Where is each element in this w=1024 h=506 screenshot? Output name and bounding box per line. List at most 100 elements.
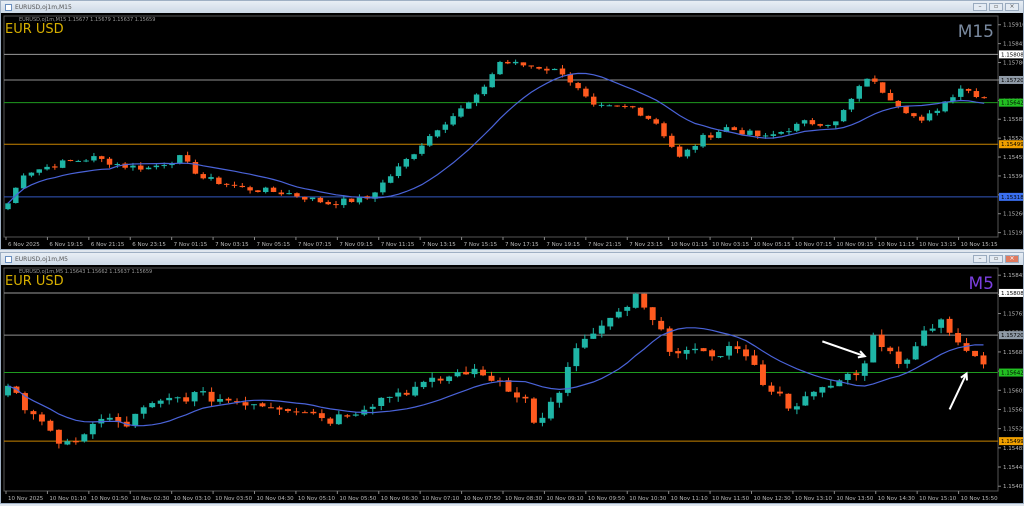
- bearish-candle: [242, 402, 249, 406]
- bullish-candle: [606, 105, 613, 107]
- symbol-label: EUR USD: [5, 22, 64, 37]
- bearish-candle: [302, 196, 308, 200]
- maximize-button[interactable]: ▫: [989, 255, 1003, 263]
- price-tick-label: 1.15485: [1003, 446, 1023, 452]
- bullish-candle: [848, 98, 855, 110]
- bearish-candle: [731, 127, 738, 131]
- bullish-candle: [489, 74, 495, 88]
- bullish-candle: [20, 175, 27, 189]
- price-chart-m5[interactable]: 1.158451.158051.157651.157251.156851.156…: [1, 265, 1023, 503]
- bearish-candle: [267, 407, 274, 409]
- bullish-candle: [91, 156, 97, 161]
- time-tick-label: 6 Nov 21:15: [91, 242, 125, 248]
- bullish-candle: [929, 328, 936, 331]
- bullish-candle: [454, 372, 461, 377]
- time-tick-label: 10 Nov 09:50: [588, 496, 626, 502]
- minimize-button[interactable]: –: [973, 3, 987, 11]
- bullish-candle: [551, 68, 558, 71]
- bearish-candle: [348, 198, 355, 202]
- price-level-label: 1.15720: [1001, 333, 1023, 339]
- time-tick-label: 10 Nov 12:30: [754, 496, 792, 502]
- price-tick-label: 1.15405: [1003, 484, 1023, 490]
- bearish-candle: [72, 441, 79, 443]
- bullish-candle: [692, 348, 699, 351]
- bullish-candle: [715, 131, 722, 138]
- bearish-candle: [184, 155, 191, 162]
- bullish-candle: [309, 197, 316, 200]
- time-tick-label: 10 Nov 09:10: [546, 496, 584, 502]
- bullish-candle: [870, 335, 877, 363]
- bearish-candle: [658, 320, 665, 330]
- bearish-candle: [333, 204, 339, 206]
- bearish-candle: [530, 398, 537, 423]
- bullish-candle: [145, 167, 152, 170]
- bearish-candle: [754, 130, 761, 137]
- bullish-candle: [130, 165, 136, 168]
- bearish-candle: [247, 187, 253, 191]
- bearish-candle: [47, 420, 54, 431]
- annotation-arrow: [822, 340, 866, 358]
- bearish-candle: [38, 414, 45, 422]
- bullish-candle: [429, 377, 436, 382]
- bullish-candle: [466, 102, 472, 109]
- bullish-candle: [794, 123, 800, 131]
- bearish-candle: [853, 373, 860, 376]
- close-button[interactable]: ×: [1005, 3, 1019, 11]
- time-tick-label: 7 Nov 23:15: [629, 242, 663, 248]
- bearish-candle: [138, 165, 144, 170]
- bullish-candle: [473, 94, 480, 103]
- bearish-candle: [661, 123, 667, 137]
- bullish-candle: [140, 407, 147, 414]
- bearish-candle: [293, 411, 300, 413]
- close-button[interactable]: ×: [1005, 255, 1019, 263]
- window-titlebar[interactable]: EURUSD,oj1m,M5 – ▫ ×: [1, 253, 1023, 265]
- price-level-label: 1.15808: [1001, 291, 1023, 297]
- bullish-candle: [442, 124, 449, 130]
- bullish-candle: [83, 160, 89, 162]
- time-tick-label: 10 Nov 2025: [8, 496, 44, 502]
- bullish-candle: [793, 406, 800, 410]
- bearish-candle: [965, 88, 972, 91]
- bearish-candle: [505, 380, 512, 392]
- bearish-candle: [276, 407, 283, 410]
- bullish-candle: [64, 441, 71, 445]
- bullish-candle: [208, 177, 214, 179]
- minimize-button[interactable]: –: [973, 255, 987, 263]
- time-tick-label: 7 Nov 17:15: [505, 242, 539, 248]
- bearish-candle: [751, 355, 758, 365]
- bearish-candle: [911, 113, 917, 117]
- bearish-candle: [817, 124, 823, 126]
- bearish-candle: [67, 159, 74, 162]
- time-tick-label: 10 Nov 03:50: [215, 496, 253, 502]
- bullish-candle: [819, 387, 826, 393]
- bearish-candle: [973, 91, 980, 98]
- window-titlebar[interactable]: EURUSD,oj1m,M15 – ▫ ×: [1, 1, 1023, 13]
- time-tick-label: 7 Nov 21:15: [588, 242, 622, 248]
- maximize-button[interactable]: ▫: [989, 3, 1003, 11]
- bearish-candle: [649, 307, 656, 321]
- bullish-candle: [403, 159, 410, 167]
- time-tick-label: 10 Nov 14:30: [878, 496, 916, 502]
- bearish-candle: [200, 174, 206, 179]
- bearish-candle: [887, 347, 894, 352]
- bullish-candle: [395, 166, 402, 177]
- price-level-label: 1.15720: [1001, 78, 1023, 84]
- bearish-candle: [972, 350, 979, 357]
- time-tick-label: 10 Nov 11:50: [712, 496, 750, 502]
- bullish-candle: [581, 338, 588, 348]
- bullish-candle: [833, 121, 839, 126]
- time-tick-label: 10 Nov 11:10: [671, 496, 709, 502]
- bullish-candle: [856, 86, 862, 99]
- bullish-candle: [747, 130, 753, 135]
- chart-window-m15[interactable]: EURUSD,oj1m,M15 –▫× 1.15910 1.15845 1.1578…: [0, 0, 1024, 250]
- bearish-candle: [327, 418, 334, 424]
- bullish-candle: [692, 146, 698, 150]
- bullish-candle: [840, 110, 847, 122]
- bearish-candle: [872, 78, 878, 82]
- chart-window-m5[interactable]: EURUSD,oj1m,M5 –▫× 1.158451.158051.15765…: [0, 252, 1024, 504]
- price-chart-m15[interactable]: 1.159101.158451.157801.157201.156501.155…: [1, 13, 1023, 249]
- bearish-candle: [30, 411, 37, 415]
- price-tick-label: 1.15455: [1003, 155, 1023, 161]
- bullish-candle: [770, 134, 777, 136]
- time-tick-label: 10 Nov 11:15: [878, 242, 916, 248]
